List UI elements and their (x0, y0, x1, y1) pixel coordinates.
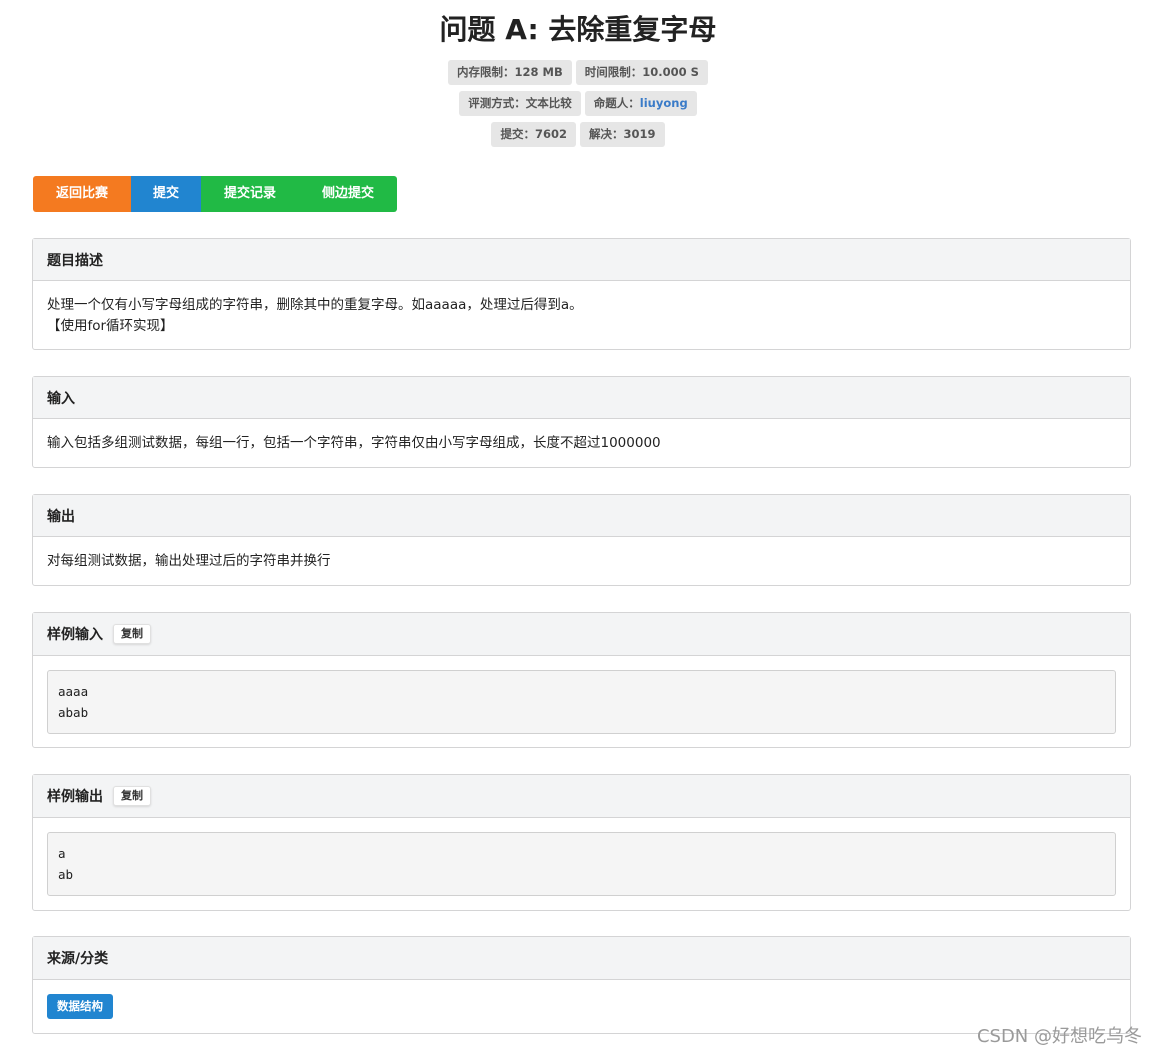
judge-method-value: 文本比较 (525, 96, 572, 110)
action-button-group: 返回比赛 提交 提交记录 侧边提交 (33, 176, 397, 212)
input-title: 输入 (47, 390, 75, 407)
source-header: 来源/分类 (33, 937, 1130, 980)
category-tag[interactable]: 数据结构 (47, 994, 113, 1019)
judge-method-badge: 评测方式：文本比较 (459, 91, 581, 116)
sample-output-code: a ab (47, 832, 1116, 896)
submissions-label: 提交： (500, 127, 535, 141)
sample-output-line: a (58, 846, 66, 861)
source-title: 来源/分类 (47, 951, 109, 967)
page-title: 问题 A: 去除重复字母 (439, 13, 717, 46)
submissions-value: 7602 (534, 127, 567, 141)
input-header: 输入 (33, 377, 1130, 419)
output-header: 输出 (33, 495, 1130, 537)
meta-row-stats: 提交：7602 解决：3019 (0, 122, 1156, 147)
meta-row-judge: 评测方式：文本比较 命题人：liuyong (0, 91, 1156, 116)
input-card: 输入 输入包括多组测试数据，每组一行，包括一个字符串，字符串仅由小写字母组成，长… (32, 376, 1131, 468)
sample-input-code: aaaa abab (47, 670, 1116, 734)
author-link[interactable]: liuyong (640, 96, 688, 110)
sample-output-title: 样例输出 (47, 789, 103, 805)
memory-limit-badge: 内存限制：128 MB (448, 60, 572, 85)
sample-output-header: 样例输出 复制 (33, 775, 1130, 818)
time-limit-value: 10.000 S (642, 65, 699, 79)
copy-sample-input-button[interactable]: 复制 (113, 624, 151, 644)
meta-row-limits: 内存限制：128 MB 时间限制：10.000 S (0, 60, 1156, 85)
sample-input-card: 样例输入 复制 aaaa abab (32, 612, 1131, 748)
sample-input-title: 样例输入 (47, 627, 103, 643)
source-card: 来源/分类 数据结构 (32, 936, 1131, 1034)
author-badge: 命题人：liuyong (584, 91, 697, 116)
author-label: 命题人： (593, 96, 640, 110)
solved-value: 3019 (623, 127, 656, 141)
time-limit-label: 时间限制： (584, 65, 643, 79)
sample-output-card: 样例输出 复制 a ab (32, 774, 1131, 911)
sample-input-header: 样例输入 复制 (33, 613, 1130, 656)
submissions-badge: 提交：7602 (491, 122, 576, 147)
sample-input-line: abab (58, 705, 89, 720)
output-text: 对每组测试数据，输出处理过后的字符串并换行 (47, 553, 331, 569)
description-card: 题目描述 处理一个仅有小写字母组成的字符串，删除其中的重复字母。如aaaaa，处… (32, 238, 1131, 350)
output-card: 输出 对每组测试数据，输出处理过后的字符串并换行 (32, 494, 1131, 586)
description-title: 题目描述 (47, 252, 103, 269)
input-body: 输入包括多组测试数据，每组一行，包括一个字符串，字符串仅由小写字母组成，长度不超… (33, 419, 1130, 468)
output-title: 输出 (47, 508, 75, 525)
solved-label: 解决： (589, 127, 624, 141)
memory-limit-value: 128 MB (514, 65, 563, 79)
description-note: 【使用for循环实现】 (47, 318, 174, 334)
back-to-contest-button[interactable]: 返回比赛 (33, 176, 131, 212)
judge-method-label: 评测方式： (468, 96, 526, 110)
memory-limit-label: 内存限制： (457, 65, 515, 79)
input-text: 输入包括多组测试数据，每组一行，包括一个字符串，字符串仅由小写字母组成，长度不超… (47, 435, 661, 451)
watermark: CSDN @好想吃乌冬 (976, 1026, 1142, 1047)
time-limit-badge: 时间限制：10.000 S (575, 60, 708, 85)
sample-input-line: aaaa (58, 684, 89, 699)
sample-output-body: a ab (33, 818, 1130, 910)
submission-records-button[interactable]: 提交记录 (201, 176, 299, 212)
description-text: 处理一个仅有小写字母组成的字符串，删除其中的重复字母。如aaaaa，处理过后得到… (47, 297, 583, 313)
output-body: 对每组测试数据，输出处理过后的字符串并换行 (33, 537, 1130, 586)
solved-badge: 解决：3019 (580, 122, 665, 147)
source-body: 数据结构 (33, 980, 1130, 1033)
copy-sample-output-button[interactable]: 复制 (113, 786, 151, 806)
description-header: 题目描述 (33, 239, 1130, 281)
sample-output-line: ab (58, 867, 74, 882)
description-body: 处理一个仅有小写字母组成的字符串，删除其中的重复字母。如aaaaa，处理过后得到… (33, 281, 1130, 351)
sample-input-body: aaaa abab (33, 656, 1130, 748)
submit-button[interactable]: 提交 (131, 176, 201, 212)
side-submit-button[interactable]: 侧边提交 (299, 176, 397, 212)
